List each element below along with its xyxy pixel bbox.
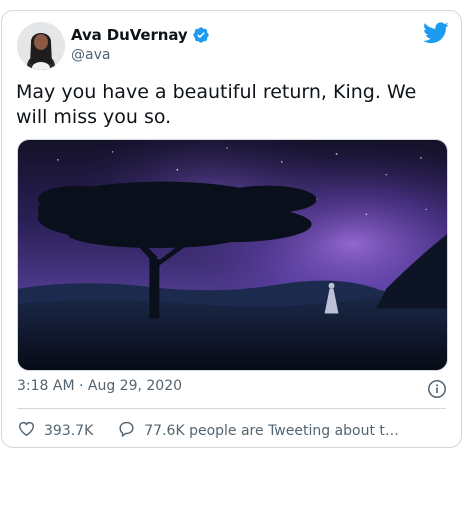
tweet-actions: 393.7K 77.6K people are Tweeting about t… [17,419,399,442]
verified-badge-icon [192,26,210,44]
tweet-text: May you have a beautiful return, King. W… [16,81,417,128]
like-button[interactable]: 393.7K [17,419,93,442]
tweet-image[interactable] [17,139,448,371]
tweet-card[interactable]: Ava DuVernay @ava May you have a beautif… [1,10,462,448]
conversation-link[interactable]: 77.6K people are Tweeting about t… [117,419,399,442]
conversation-label: 77.6K people are Tweeting about t… [144,422,399,439]
info-icon[interactable] [427,379,447,399]
speech-bubble-icon [117,419,136,442]
divider [17,408,446,409]
twitter-bird-icon[interactable] [423,22,449,44]
author-handle[interactable]: @ava [71,47,110,63]
avatar[interactable] [17,22,65,70]
heart-icon [17,419,36,442]
author-name-row[interactable]: Ava DuVernay [71,26,210,44]
author-display-name[interactable]: Ava DuVernay [71,26,188,44]
like-count: 393.7K [44,422,94,439]
tweet-timestamp[interactable]: 3:18 AM · Aug 29, 2020 [17,378,182,394]
night-savanna-tree-image [18,140,447,370]
